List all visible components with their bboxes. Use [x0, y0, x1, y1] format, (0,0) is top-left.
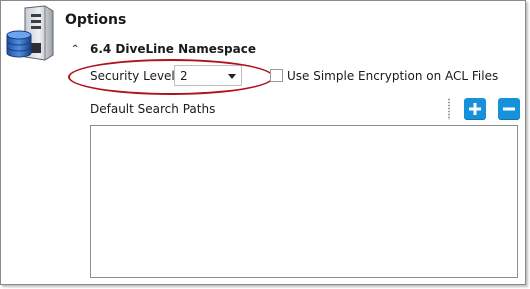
plus-icon [469, 103, 481, 115]
options-panel: Options ⌃ 6.4 DiveLine Namespace Securit… [0, 0, 526, 285]
security-level-select[interactable]: 2 [174, 65, 242, 86]
security-level-label: Security Level [90, 69, 175, 83]
encryption-label: Use Simple Encryption on ACL Files [287, 69, 499, 83]
page-title: Options [65, 12, 127, 28]
encryption-checkbox[interactable] [270, 69, 283, 82]
collapse-chevron-icon[interactable]: ⌃ [71, 44, 79, 55]
section-title: 6.4 DiveLine Namespace [90, 42, 256, 56]
minus-icon [503, 107, 515, 111]
toolbar-divider [448, 98, 450, 120]
search-paths-label: Default Search Paths [90, 102, 216, 116]
remove-path-button[interactable] [498, 98, 520, 120]
add-path-button[interactable] [464, 98, 486, 120]
server-database-icon [5, 5, 55, 63]
chevron-down-icon [228, 74, 236, 79]
security-level-value: 2 [180, 69, 188, 83]
search-paths-list[interactable] [90, 125, 518, 278]
